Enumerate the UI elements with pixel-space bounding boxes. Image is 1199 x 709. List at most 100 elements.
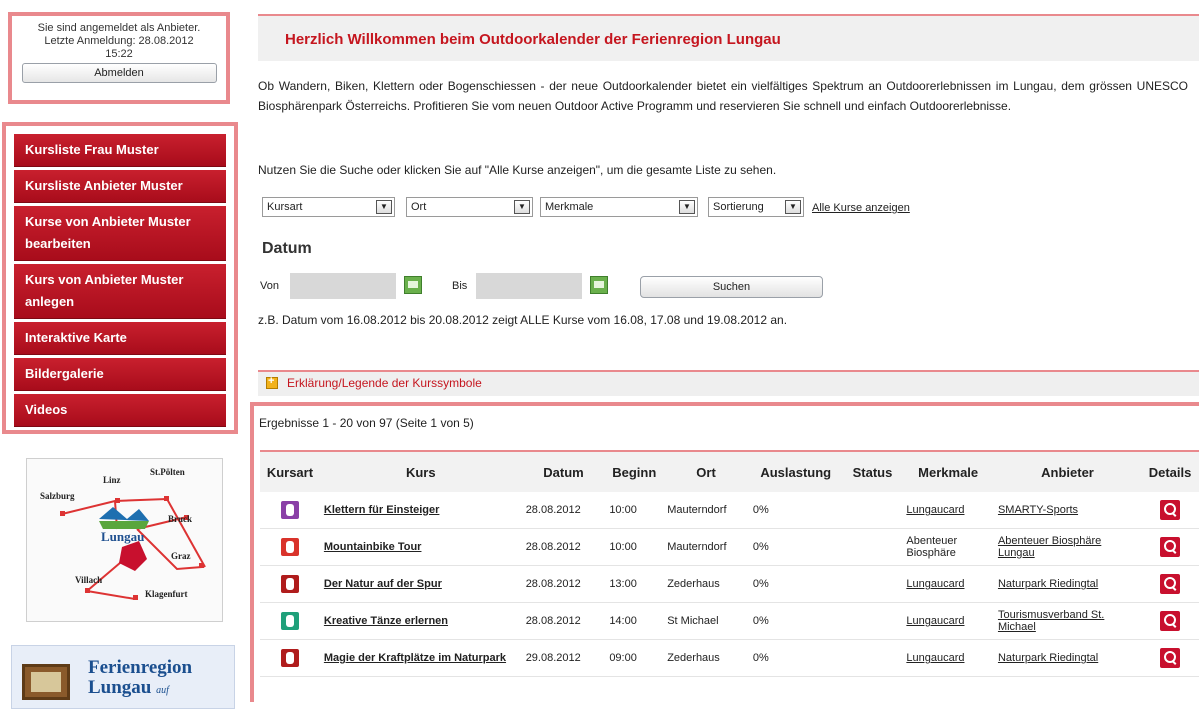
course-location: Mauterndorf xyxy=(663,492,749,529)
magnifier-icon[interactable] xyxy=(1160,648,1181,668)
region-map[interactable]: Linz St.Pölten Salzburg Lungau Bruck Gra… xyxy=(26,458,223,622)
date-from-input[interactable] xyxy=(290,273,396,299)
course-utilization: 0% xyxy=(748,639,843,677)
promo-image xyxy=(22,664,70,700)
course-link[interactable]: Kreative Tänze erlernen xyxy=(324,615,448,627)
magnifier-icon[interactable] xyxy=(1160,537,1181,557)
merkmale-select[interactable]: Merkmale ▼ xyxy=(540,197,698,217)
course-link[interactable]: Magie der Kraftplätze im Naturpark xyxy=(324,652,506,664)
bis-label: Bis xyxy=(452,280,468,292)
course-link[interactable]: Klettern für Einsteiger xyxy=(324,504,440,516)
anbieter-link[interactable]: Abenteuer Biosphäre Lungau xyxy=(998,535,1101,559)
date-to-input[interactable] xyxy=(476,273,582,299)
course-location: Zederhaus xyxy=(663,639,749,677)
col-merkmale: Merkmale xyxy=(902,450,994,492)
page-title: Herzlich Willkommen beim Outdoorkalender… xyxy=(285,31,781,48)
course-date: 28.08.2012 xyxy=(521,528,606,566)
sidebar-item-kursliste-frau-muster[interactable]: Kursliste Frau Muster xyxy=(14,134,226,167)
chevron-down-icon: ▼ xyxy=(785,200,801,214)
last-login-text: Letzte Anmeldung: 28.08.2012 xyxy=(44,35,194,47)
sidebar-item-kursliste-anbieter-muster[interactable]: Kursliste Anbieter Muster xyxy=(14,170,226,203)
col-anbieter: Anbieter xyxy=(993,450,1142,492)
kursart-select[interactable]: Kursart ▼ xyxy=(262,197,395,217)
results-table: Kursart Kurs Datum Beginn Ort Auslastung… xyxy=(260,450,1199,677)
map-label-st-poelten: St.Pölten xyxy=(150,467,185,477)
sidebar-nav: Kursliste Frau Muster Kursliste Anbieter… xyxy=(2,122,238,434)
col-ort: Ort xyxy=(663,450,749,492)
chevron-down-icon: ▼ xyxy=(679,200,695,214)
course-link[interactable]: Der Natur auf der Spur xyxy=(324,578,442,590)
map-label-graz: Graz xyxy=(171,551,191,561)
sidebar-item-interaktive-karte[interactable]: Interaktive Karte xyxy=(14,322,226,355)
course-status xyxy=(842,565,903,603)
merkmale-link[interactable]: Lungaucard xyxy=(906,652,964,664)
table-row: Der Natur auf der Spur 28.08.2012 13:00 … xyxy=(260,565,1199,603)
course-start: 14:00 xyxy=(605,602,664,640)
course-utilization: 0% xyxy=(748,492,843,529)
chevron-down-icon: ▼ xyxy=(376,200,392,214)
course-status xyxy=(842,492,903,529)
merkmale-link[interactable]: Lungaucard xyxy=(906,504,964,516)
merkmale-link[interactable]: Lungaucard xyxy=(906,615,964,627)
map-label-linz: Linz xyxy=(103,475,121,485)
col-kurs: Kurs xyxy=(319,450,522,492)
anbieter-link[interactable]: Naturpark Riedingtal xyxy=(998,578,1098,590)
von-label: Von xyxy=(260,280,279,292)
map-label-salzburg: Salzburg xyxy=(40,491,75,501)
merkmale-text: Abenteuer Biosphäre xyxy=(902,528,994,566)
promo-suffix: auf xyxy=(156,685,169,696)
promo-title: Ferienregion Lungau auf xyxy=(88,658,192,701)
calendar-icon[interactable] xyxy=(404,276,422,294)
login-status-text: Sie sind angemeldet als Anbieter. xyxy=(37,22,201,34)
search-hint-text: Nutzen Sie die Suche oder klicken Sie au… xyxy=(258,163,777,177)
col-kursart: Kursart xyxy=(260,450,320,492)
anbieter-link[interactable]: Naturpark Riedingtal xyxy=(998,652,1098,664)
results-count: Ergebnisse 1 - 20 von 97 (Seite 1 von 5) xyxy=(259,416,474,430)
legend-toggle[interactable]: Erklärung/Legende der Kurssymbole xyxy=(258,370,1199,396)
all-courses-link[interactable]: Alle Kurse anzeigen xyxy=(812,202,910,214)
sortierung-select[interactable]: Sortierung ▼ xyxy=(708,197,804,217)
page-header: Herzlich Willkommen beim Outdoorkalender… xyxy=(258,14,1199,61)
chevron-down-icon: ▼ xyxy=(514,200,530,214)
sidebar-item-videos[interactable]: Videos xyxy=(14,394,226,427)
map-label-lungau: Lungau xyxy=(101,529,145,544)
anbieter-link[interactable]: SMARTY-Sports xyxy=(998,504,1078,516)
course-status xyxy=(842,528,903,566)
dance-icon xyxy=(280,612,299,630)
legend-label: Erklärung/Legende der Kurssymbole xyxy=(287,376,482,390)
logout-button[interactable]: Abmelden xyxy=(21,63,217,83)
anbieter-link[interactable]: Tourismusverband St. Michael xyxy=(998,609,1104,633)
table-row: Kreative Tänze erlernen 28.08.2012 14:00… xyxy=(260,602,1199,640)
sidebar-item-kurse-bearbeiten[interactable]: Kurse von Anbieter Muster bearbeiten xyxy=(14,206,226,261)
table-row: Magie der Kraftplätze im Naturpark 29.08… xyxy=(260,639,1199,677)
course-location: Zederhaus xyxy=(663,565,749,603)
map-label-villach: Villach xyxy=(75,575,103,585)
map-label-klagenfurt: Klagenfurt xyxy=(145,589,188,599)
magnifier-icon[interactable] xyxy=(1160,500,1181,520)
ferienregion-promo[interactable]: Ferienregion Lungau auf xyxy=(11,645,235,709)
results-panel: Ergebnisse 1 - 20 von 97 (Seite 1 von 5)… xyxy=(250,402,1199,702)
expand-icon xyxy=(266,375,278,389)
merkmale-link[interactable]: Lungaucard xyxy=(906,578,964,590)
last-login-time: 15:22 xyxy=(105,48,133,60)
course-link[interactable]: Mountainbike Tour xyxy=(324,541,422,553)
hiking-icon xyxy=(280,575,299,593)
ort-select[interactable]: Ort ▼ xyxy=(406,197,533,217)
kursart-select-value: Kursart xyxy=(267,201,303,213)
col-details: Details xyxy=(1141,450,1199,492)
course-utilization: 0% xyxy=(748,565,843,603)
sidebar-item-kurs-anlegen[interactable]: Kurs von Anbieter Muster anlegen xyxy=(14,264,226,319)
magnifier-icon[interactable] xyxy=(1160,611,1181,631)
course-start: 09:00 xyxy=(605,639,664,677)
course-start: 13:00 xyxy=(605,565,664,603)
intro-text: Ob Wandern, Biken, Klettern oder Bogensc… xyxy=(258,79,1188,113)
magnifier-icon[interactable] xyxy=(1160,574,1181,594)
col-datum: Datum xyxy=(521,450,606,492)
sidebar-item-bildergalerie[interactable]: Bildergalerie xyxy=(14,358,226,391)
search-button[interactable]: Suchen xyxy=(640,276,823,298)
merkmale-select-value: Merkmale xyxy=(545,201,594,213)
course-utilization: 0% xyxy=(748,602,843,640)
course-status xyxy=(842,602,903,640)
course-date: 28.08.2012 xyxy=(521,602,606,640)
calendar-icon[interactable] xyxy=(590,276,608,294)
